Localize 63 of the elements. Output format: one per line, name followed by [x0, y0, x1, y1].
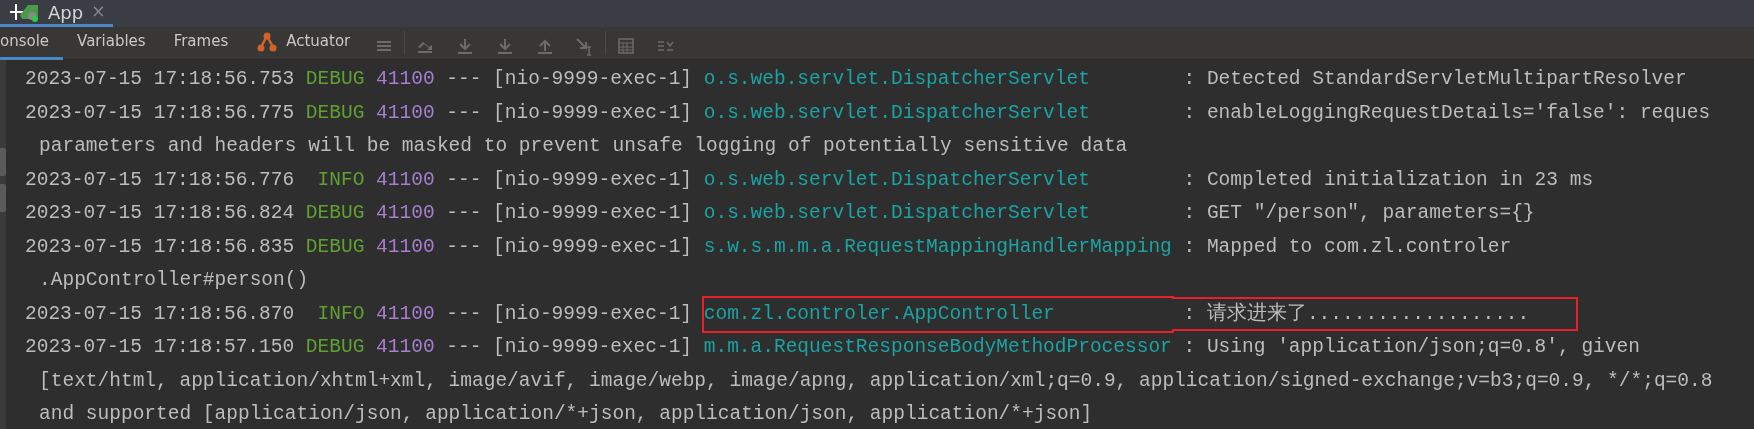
log-separator: ---: [446, 235, 482, 258]
log-separator: ---: [446, 202, 482, 224]
log-level: INFO: [316, 168, 365, 191]
view-tab[interactable]: Frames: [159, 26, 243, 60]
log-message: : Mapped to com.zl.controler: [1183, 235, 1512, 258]
log-level: DEBUG: [305, 235, 365, 258]
view-tab[interactable]: onsole: [0, 26, 64, 60]
gutter-marker: [0, 184, 6, 212]
log-message: : 请求进来了...................: [1183, 302, 1530, 325]
thread-name: [nio-9999-exec-1]: [493, 302, 693, 325]
log-continuation: .AppController#person(): [39, 269, 309, 291]
log-message: : GET "/person", parameters={}: [1183, 202, 1535, 224]
nodes-icon: [256, 30, 279, 53]
process-id: 41100: [376, 68, 435, 90]
logger-name: o.s.web.servlet.DispatcherServlet: [703, 167, 1091, 193]
process-id: 41100: [376, 302, 435, 325]
log-timestamp: 2023-07-15 17:18:56.776: [25, 168, 295, 191]
log-continuation: and supported [application/json, application/*+json, application/json, application/*+json]: [39, 403, 1093, 425]
gutter-marker: [0, 148, 6, 176]
app-tab-title: App: [48, 0, 84, 25]
log-continuation: parameters and headers will be masked to prevent unsafe logging of potentially sensitive data: [39, 135, 1128, 157]
thread-name: [nio-9999-exec-1]: [493, 235, 693, 258]
log-timestamp: 2023-07-15 17:18:56.824: [25, 202, 295, 224]
logger-name: o.s.web.servlet.DispatcherServlet: [703, 201, 1091, 226]
process-id: 41100: [376, 235, 435, 258]
log-separator: ---: [446, 101, 482, 124]
logger-name: o.s.web.servlet.DispatcherServlet: [703, 67, 1091, 92]
view-tab[interactable]: Variables: [63, 26, 160, 60]
log-level: INFO: [316, 302, 365, 325]
log-message: : Using 'application/json;q=0.8', given: [1183, 336, 1640, 358]
thread-name: [nio-9999-exec-1]: [493, 336, 693, 358]
log-level: DEBUG: [305, 202, 365, 224]
logger-name: com.zl.controler.AppController: [703, 301, 1056, 327]
thread-name: [nio-9999-exec-1]: [493, 168, 693, 191]
log-level: DEBUG: [305, 101, 365, 124]
log-separator: ---: [446, 168, 482, 191]
log-message: : Detected StandardServletMultipartResolver: [1183, 68, 1687, 90]
log-timestamp: 2023-07-15 17:18:56.835: [25, 235, 295, 258]
logger-name: m.m.a.RequestResponseBodyMethodProcessor: [703, 335, 1172, 360]
thread-name: [nio-9999-exec-1]: [493, 68, 693, 90]
log-timestamp: 2023-07-15 17:18:56.753: [25, 68, 295, 90]
log-timestamp: 2023-07-15 17:18:57.150: [25, 336, 295, 358]
log-timestamp: 2023-07-15 17:18:56.775: [25, 101, 295, 124]
view-tab[interactable]: Actuator: [242, 26, 365, 60]
logger-name: s.w.s.m.m.a.RequestMappingHandlerMapping: [703, 234, 1172, 260]
log-continuation: [text/html, application/xhtml+xml, image/avif, image/webp, image/apng, application/xml;q=0.9, application/signed-exchange;v=b3;q=0.9, */*;q=0.8: [39, 369, 1713, 392]
log-separator: ---: [446, 302, 482, 325]
process-id: 41100: [376, 336, 435, 358]
thread-name: [nio-9999-exec-1]: [493, 101, 693, 124]
process-id: 41100: [376, 101, 435, 124]
log-message: : Completed initialization in 23 ms: [1183, 168, 1594, 191]
process-id: 41100: [376, 168, 435, 191]
table-icon: [616, 35, 637, 56]
log-separator: ---: [446, 68, 482, 90]
logger-name: o.s.web.servlet.DispatcherServlet: [703, 100, 1091, 126]
log-level: DEBUG: [305, 68, 365, 90]
thread-name: [nio-9999-exec-1]: [493, 202, 693, 224]
log-timestamp: 2023-07-15 17:18:56.870: [25, 302, 295, 325]
process-id: 41100: [376, 202, 435, 224]
log-level: DEBUG: [305, 336, 365, 358]
run-config-icon: [10, 1, 40, 23]
log-separator: ---: [446, 336, 482, 358]
log-message: : enableLoggingRequestDetails='false': reques: [1183, 101, 1711, 124]
